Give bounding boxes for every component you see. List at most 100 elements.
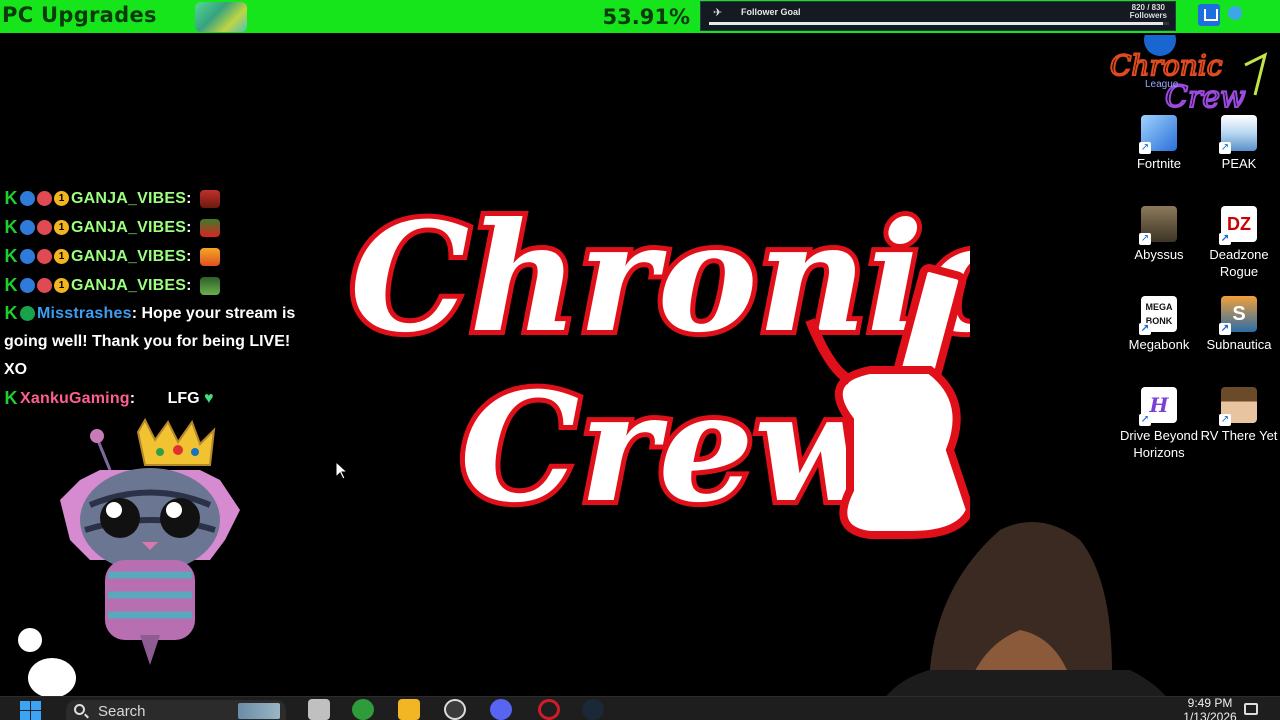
kick-badge-icon: K	[4, 188, 18, 209]
follower-goal-label: Follower Goal	[741, 7, 801, 17]
moderator-badge-icon	[20, 249, 35, 265]
chronic-crew-badge: Chronic Crew League	[1109, 35, 1268, 115]
clock-date: 1/13/2026	[1183, 710, 1237, 720]
moderator-badge-icon	[20, 220, 35, 236]
notification-icon[interactable]	[1244, 703, 1258, 715]
desktop-icon-drive-beyond-horizons[interactable]: H Drive Beyond Horizons	[1114, 387, 1204, 461]
follower-count-unit: Followers	[1129, 11, 1167, 20]
file-explorer-icon[interactable]	[398, 699, 420, 720]
desktop-icon-subnautica[interactable]: S Subnautica	[1194, 296, 1280, 353]
chat-username[interactable]: Misstrashes	[37, 305, 132, 322]
obs-icon[interactable]	[444, 699, 466, 720]
reaction-face-icon	[18, 628, 42, 652]
desktop-icon-label: Subnautica	[1206, 337, 1272, 352]
chat-text: LFG	[167, 390, 200, 407]
og-badge-icon	[37, 249, 52, 265]
twitch-icon[interactable]	[1198, 4, 1220, 26]
goal-emote-icon	[195, 2, 247, 32]
desktop-icon-label: RV There Yet	[1200, 428, 1278, 443]
kick-badge-icon: K	[4, 388, 18, 409]
desktop-icon-megabonk[interactable]: MEGA BONK Megabonk	[1114, 296, 1204, 353]
chat-text: :	[129, 390, 136, 407]
sub-badge-icon: 1	[54, 249, 69, 265]
megabonk-icon: MEGA BONK	[1139, 296, 1177, 335]
chat-username[interactable]: XankuGaming	[20, 390, 130, 407]
sub-badge-icon: 1	[54, 191, 69, 207]
chat-username[interactable]: GANJA_VIBES	[71, 190, 186, 207]
reaction-face-icon	[28, 658, 76, 698]
svg-text:League: League	[1145, 79, 1179, 90]
desktop-icon-deadzone-rogue[interactable]: DZ Deadzone Rogue	[1194, 206, 1280, 280]
kick-badge-icon: K	[4, 246, 18, 267]
follower-goal-widget: ✈ Follower Goal 820 / 830 Followers	[700, 1, 1176, 31]
moderator-badge-icon	[20, 191, 35, 207]
opera-icon[interactable]	[538, 699, 560, 720]
sub-badge-icon: 1	[54, 220, 69, 236]
chat-username[interactable]: GANJA_VIBES	[71, 248, 186, 265]
desktop-icon-abyssus[interactable]: Abyssus	[1114, 206, 1204, 263]
kick-badge-icon: K	[4, 275, 18, 296]
desktop-icon-label: Fortnite	[1136, 156, 1182, 171]
verified-badge-icon	[20, 306, 35, 322]
desktop-icon-fortnite[interactable]: Fortnite	[1114, 115, 1204, 172]
chat-username[interactable]: GANJA_VIBES	[71, 219, 186, 236]
rv-icon	[1219, 387, 1257, 426]
steam-icon[interactable]	[582, 699, 604, 720]
chat-text: :	[186, 277, 192, 294]
og-badge-icon	[37, 220, 52, 236]
desktop-icon-label: Abyssus	[1134, 247, 1184, 262]
chat-text: :	[186, 248, 192, 265]
desktop-icon-label: Deadzone Rogue	[1209, 247, 1269, 279]
search-icon	[74, 704, 85, 715]
search-highlight-icon	[238, 703, 280, 719]
chat-message: K XankuGaming: LFG ♥	[4, 384, 304, 413]
moderator-badge-icon	[20, 278, 35, 294]
love-emote-icon	[199, 218, 220, 237]
kick-badge-icon: K	[4, 217, 18, 238]
green-heart-icon: ♥	[204, 390, 214, 407]
desktop-icon-label: PEAK	[1221, 156, 1257, 171]
sticker-emote-icon	[199, 276, 220, 295]
discord-icon[interactable]	[490, 699, 512, 720]
xbox-icon[interactable]	[352, 699, 374, 720]
chat-message: K 1 GANJA_VIBES:	[4, 184, 304, 213]
chat-message: K 1 GANJA_VIBES:	[4, 213, 304, 242]
search-placeholder: Search	[98, 703, 146, 720]
donation-goal-bar: PC Upgrades 53.91%	[0, 0, 690, 33]
logo-line-1: Chronic	[350, 190, 970, 366]
deadzone-icon: DZ	[1219, 206, 1257, 245]
mouse-cursor-icon	[336, 462, 348, 480]
follower-progress-track	[709, 22, 1169, 25]
subnautica-icon: S	[1219, 296, 1257, 335]
follower-count: 820 / 830 Followers	[1130, 4, 1167, 20]
chat-message: K 1 GANJA_VIBES:	[4, 242, 304, 271]
chat-message: K 1 GANJA_VIBES:	[4, 271, 304, 300]
chat-username[interactable]: GANJA_VIBES	[71, 277, 186, 294]
chat-text: :	[186, 219, 192, 236]
windows-logo-icon	[20, 701, 30, 710]
taskbar-search[interactable]: Search	[66, 700, 286, 720]
chat-message: K Misstrashes: Hope your stream is going …	[4, 300, 304, 384]
fortnite-icon	[1139, 115, 1177, 154]
start-button[interactable]	[20, 701, 42, 720]
desktop-icon-peak[interactable]: PEAK	[1194, 115, 1280, 172]
heart-icon	[1228, 6, 1242, 20]
desktop-icon-rv-there-yet[interactable]: RV There Yet	[1194, 387, 1280, 444]
svg-text:Chronic: Chronic	[1110, 49, 1223, 82]
clock-time: 9:49 PM	[1187, 696, 1233, 710]
kick-badge-icon: K	[4, 303, 18, 324]
og-badge-icon	[37, 191, 52, 207]
task-view-icon[interactable]	[308, 699, 330, 720]
goal-title: PC Upgrades	[2, 3, 157, 27]
chat-text: :	[186, 190, 192, 207]
og-badge-icon	[37, 278, 52, 294]
bird-icon: ✈	[713, 7, 723, 19]
system-clock[interactable]: 9:49 PM 1/13/2026	[1180, 696, 1240, 720]
fire-emote-icon	[199, 189, 220, 208]
desktop-icon-label: Megabonk	[1128, 337, 1190, 352]
goal-percent: 53.91%	[602, 5, 690, 29]
sub-badge-icon: 1	[54, 278, 69, 294]
mascot-character-image	[60, 417, 240, 665]
abyssus-icon	[1139, 206, 1177, 245]
drive-icon: H	[1139, 387, 1177, 426]
